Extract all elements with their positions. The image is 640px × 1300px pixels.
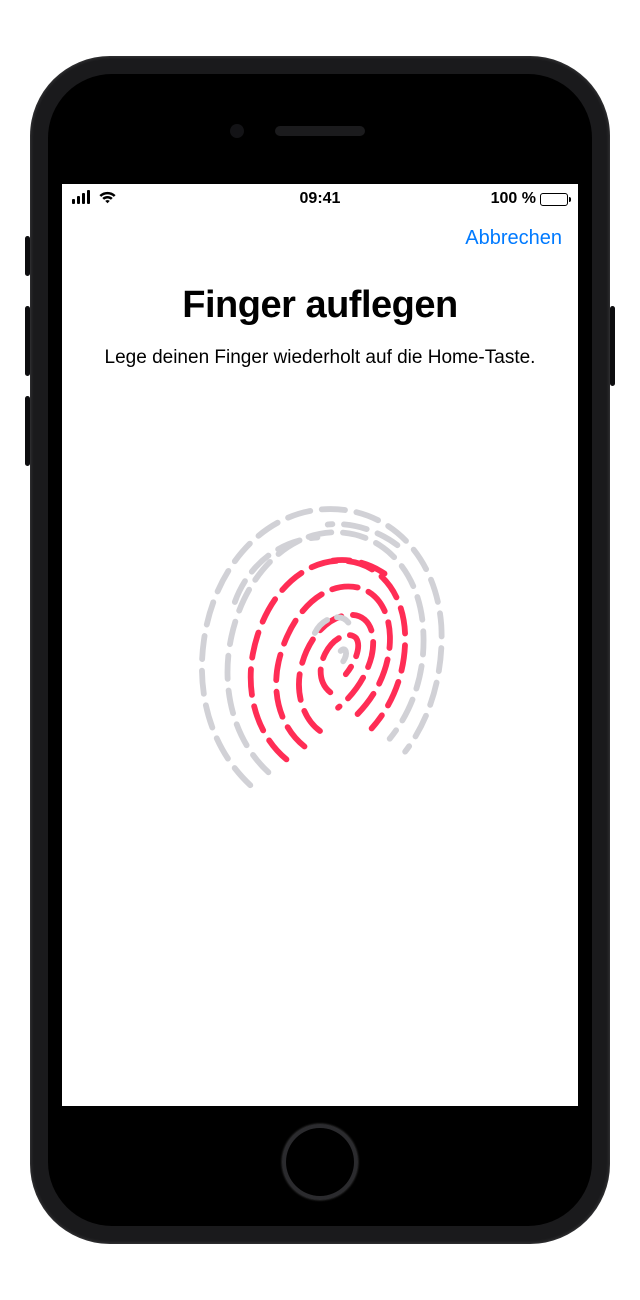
front-camera bbox=[230, 124, 244, 138]
fingerprint-icon bbox=[190, 491, 450, 816]
iphone-device-frame: 09:41 100 % Abbrechen Finger auflegen Le… bbox=[30, 56, 610, 1244]
power-button bbox=[610, 306, 615, 386]
earpiece bbox=[275, 126, 365, 136]
battery-icon bbox=[540, 193, 568, 206]
page-subtitle: Lege deinen Finger wiederholt auf die Ho… bbox=[90, 345, 550, 371]
mute-switch bbox=[25, 236, 30, 276]
screen: 09:41 100 % Abbrechen Finger auflegen Le… bbox=[62, 184, 578, 1106]
device-bezel: 09:41 100 % Abbrechen Finger auflegen Le… bbox=[48, 74, 592, 1226]
status-bar: 09:41 100 % bbox=[62, 184, 578, 214]
cancel-button[interactable]: Abbrechen bbox=[465, 227, 562, 250]
page-title: Finger auflegen bbox=[90, 284, 550, 327]
main-content: Finger auflegen Lege deinen Finger wiede… bbox=[62, 262, 578, 816]
status-time: 09:41 bbox=[62, 190, 578, 208]
volume-up-button bbox=[25, 306, 30, 376]
home-button[interactable] bbox=[282, 1124, 358, 1200]
navigation-bar: Abbrechen bbox=[62, 214, 578, 262]
volume-down-button bbox=[25, 396, 30, 466]
